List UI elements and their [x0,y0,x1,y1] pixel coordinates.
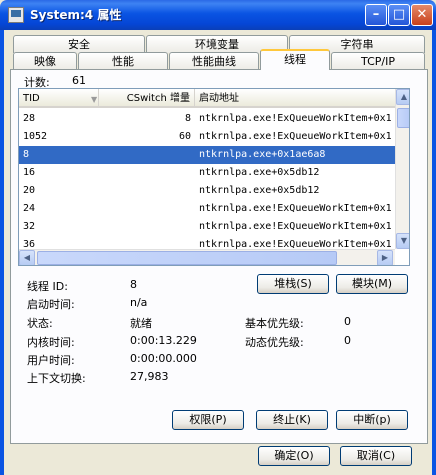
kernel-time-label: 内核时间: [27,336,75,349]
table-row[interactable]: 36 ntkrnlpa.exe!ExQueueWorkItem+0x1 [19,236,395,249]
table-row[interactable]: 16 ntkrnlpa.exe+0x5db12 [19,164,395,182]
tab-performance[interactable]: 性能 [78,52,168,70]
cancel-button[interactable]: 取消(C) [340,446,412,466]
row-tid: 32 [23,221,36,232]
table-row[interactable]: 32 ntkrnlpa.exe!ExQueueWorkItem+0x1 [19,218,395,236]
row-start: ntkrnlpa.exe+0x5db12 [199,185,320,196]
sort-down-icon: ▼ [91,95,98,104]
row-start: ntkrnlpa.exe!ExQueueWorkItem+0x1 [199,113,392,124]
window-frame-right [432,30,436,475]
count-value: 61 [72,74,86,87]
close-button[interactable]: ✕ [411,4,433,26]
stack-button[interactable]: 堆栈(S) [257,274,329,294]
row-cswitch [99,200,191,218]
horizontal-scroll-thumb[interactable] [37,251,337,265]
row-cswitch: 60 [178,131,191,142]
row-cswitch [99,182,191,200]
dynamic-priority-label: 动态优先级: [245,336,304,349]
module-button[interactable]: 模块(M) [336,274,408,294]
list-header: TID ▼ CSwitch 增量 启动地址 [19,89,395,108]
tab-image[interactable]: 映像 [13,52,77,70]
context-switch-label: 上下文切换: [27,372,86,385]
scroll-up-icon[interactable]: ▲ [396,89,409,105]
row-start: ntkrnlpa.exe!ExQueueWorkItem+0x1 [199,203,392,214]
window-title: System:4 属性 [30,8,122,22]
ok-button[interactable]: 确定(O) [258,446,330,466]
minimize-button[interactable]: – [365,4,387,26]
row-start: ntkrnlpa.exe+0x5db12 [199,167,320,178]
suspend-button[interactable]: 中断(p) [336,410,408,430]
row-tid: 28 [23,113,36,124]
table-row-selected[interactable]: 8 ntkrnlpa.exe+0x1ae6a8 [19,146,395,164]
thread-id-value: 8 [130,278,137,291]
row-cswitch [99,164,191,182]
state-value: 就绪 [130,317,152,330]
start-time-value: n/a [130,296,148,309]
table-row[interactable]: 1052 60 ntkrnlpa.exe!ExQueueWorkItem+0x1 [19,128,395,146]
vertical-scroll-thumb[interactable] [397,108,409,128]
kernel-time-value: 0:00:13.229 [130,334,197,347]
table-row[interactable]: 28 8 ntkrnlpa.exe!ExQueueWorkItem+0x1 [19,110,395,128]
row-cswitch: 8 [184,113,191,124]
row-start: ntkrnlpa.exe!ExQueueWorkItem+0x1 [199,239,392,249]
scroll-down-icon[interactable]: ▼ [396,233,409,249]
row-tid: 24 [23,203,36,214]
row-tid: 36 [23,239,36,249]
vertical-scrollbar[interactable]: ▲ ▼ [395,89,409,249]
col-start-address-label: 启动地址 [199,93,239,104]
row-start: ntkrnlpa.exe!ExQueueWorkItem+0x1 [199,221,392,232]
scroll-left-icon[interactable]: ◀ [19,250,35,265]
col-tid-label: TID [23,93,40,104]
permissions-button[interactable]: 权限(P) [172,410,244,430]
state-label: 状态: [27,317,53,330]
start-time-label: 启动时间: [27,298,75,311]
col-cswitch[interactable]: CSwitch 增量 [99,89,195,108]
tab-security[interactable]: 安全 [13,35,145,53]
tab-tcpip[interactable]: TCP/IP [331,52,425,70]
kill-button[interactable]: 终止(K) [256,410,328,430]
row-tid: 8 [23,149,30,160]
row-cswitch [99,218,191,236]
table-row[interactable]: 24 ntkrnlpa.exe!ExQueueWorkItem+0x1 [19,200,395,218]
row-cswitch [99,236,191,249]
dynamic-priority-value: 0 [344,334,351,347]
window-frame-left [0,30,4,475]
col-start-address[interactable]: 启动地址 [195,89,395,108]
row-cswitch [99,146,191,164]
window-icon [8,7,24,23]
col-cswitch-label: CSwitch 增量 [126,93,190,104]
context-switch-value: 27,983 [130,370,169,383]
row-tid: 1052 [23,131,48,142]
row-start: ntkrnlpa.exe+0x1ae6a8 [199,149,326,160]
maximize-button[interactable]: □ [388,4,410,26]
base-priority-label: 基本优先级: [245,317,304,330]
row-tid: 16 [23,167,36,178]
user-time-label: 用户时间: [27,354,75,367]
base-priority-value: 0 [344,315,351,328]
row-start: ntkrnlpa.exe!ExQueueWorkItem+0x1 [199,131,392,142]
col-tid[interactable]: TID [19,89,99,108]
scroll-right-icon[interactable]: ▶ [377,250,393,265]
tab-performance-graph[interactable]: 性能曲线 [169,52,259,70]
thread-list[interactable]: TID ▼ CSwitch 增量 启动地址 28 8 ntkrnlpa.exe!… [18,88,410,266]
thread-id-label: 线程 ID: [27,280,68,293]
row-tid: 20 [23,185,36,196]
table-row[interactable]: 20 ntkrnlpa.exe+0x5db12 [19,182,395,200]
tab-threads[interactable]: 线程 [260,49,330,70]
user-time-value: 0:00:00.000 [130,352,197,365]
horizontal-scrollbar[interactable]: ◀ ▶ [19,249,395,265]
